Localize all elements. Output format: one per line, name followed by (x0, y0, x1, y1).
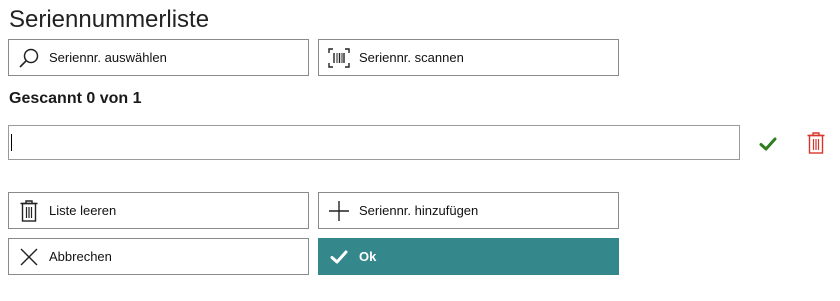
scan-serial-button[interactable]: Seriennr. scannen (318, 39, 619, 76)
plus-icon (327, 199, 351, 223)
scan-serial-label: Seriennr. scannen (359, 50, 464, 65)
close-icon (17, 245, 41, 269)
trash-icon (17, 199, 41, 223)
search-icon (17, 46, 41, 70)
text-cursor (11, 134, 12, 151)
select-serial-button[interactable]: Seriennr. auswählen (8, 39, 309, 76)
ok-label: Ok (359, 249, 377, 264)
confirm-serial-button[interactable] (756, 132, 780, 156)
cancel-button[interactable]: Abbrechen (8, 238, 309, 275)
clear-list-label: Liste leeren (49, 203, 117, 218)
ok-button[interactable]: Ok (318, 238, 619, 275)
cancel-label: Abbrechen (49, 249, 112, 264)
delete-serial-button[interactable] (804, 131, 828, 155)
serial-number-input[interactable] (8, 125, 740, 160)
checkmark-icon (327, 245, 351, 269)
trash-icon (807, 132, 825, 154)
add-serial-button[interactable]: Seriennr. hinzufügen (318, 192, 619, 229)
select-serial-label: Seriennr. auswählen (49, 50, 167, 65)
checkmark-icon (759, 137, 777, 151)
add-serial-label: Seriennr. hinzufügen (359, 203, 479, 218)
barcode-scan-icon (327, 46, 351, 70)
page-title: Seriennummerliste (9, 6, 210, 33)
clear-list-button[interactable]: Liste leeren (8, 192, 309, 229)
scan-status-text: Gescannt 0 von 1 (9, 90, 142, 107)
